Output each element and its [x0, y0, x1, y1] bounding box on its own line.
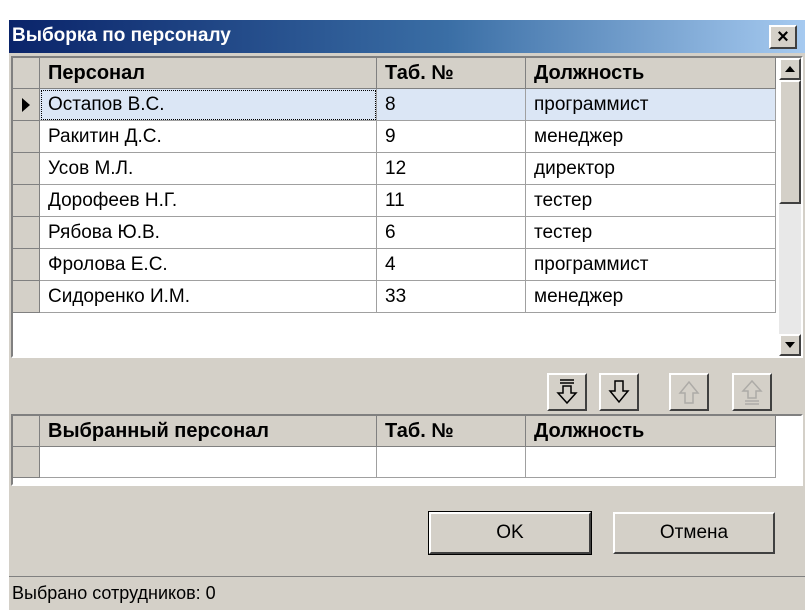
move-up-button[interactable] [669, 373, 709, 411]
position-cell[interactable]: тестер [526, 185, 776, 217]
move-down-button[interactable] [599, 373, 639, 411]
double-arrow-up-icon [741, 379, 763, 405]
tab-number-cell[interactable]: 9 [377, 121, 526, 153]
row-indicator[interactable] [13, 281, 40, 313]
empty-cell[interactable] [377, 447, 526, 478]
personnel-name-cell[interactable]: Фролова Е.С. [40, 249, 377, 281]
personnel-name-cell[interactable]: Остапов В.С. [40, 89, 377, 121]
tab-number-cell[interactable]: 4 [377, 249, 526, 281]
personnel-grid[interactable]: Персонал Таб. № Должность Остапов В.С. 8 п… [11, 56, 803, 358]
table-row[interactable]: Усов М.Л. 12 директор [13, 153, 776, 185]
table-row[interactable]: Ракитин Д.С. 9 менеджер [13, 121, 776, 153]
personnel-name-cell[interactable]: Дорофеев Н.Г. [40, 185, 377, 217]
header-indicator-cell [13, 416, 40, 447]
arrow-up-icon [678, 380, 700, 404]
close-icon: × [777, 26, 789, 48]
ok-button[interactable]: OK [428, 511, 592, 555]
row-indicator [13, 447, 40, 478]
personnel-name-cell[interactable]: Усов М.Л. [40, 153, 377, 185]
row-indicator[interactable] [13, 249, 40, 281]
scroll-down-button[interactable] [779, 334, 801, 356]
scroll-up-icon [785, 66, 795, 72]
selected-grid-header: Выбранный персонал Таб. № Должность [13, 416, 776, 447]
position-cell[interactable]: менеджер [526, 281, 776, 313]
empty-cell[interactable] [40, 447, 377, 478]
move-all-down-button[interactable] [547, 373, 587, 411]
tab-number-cell[interactable]: 12 [377, 153, 526, 185]
close-button[interactable]: × [769, 25, 797, 49]
empty-row[interactable] [13, 447, 776, 478]
personnel-scrollbar[interactable] [779, 58, 801, 356]
position-cell[interactable]: менеджер [526, 121, 776, 153]
row-indicator[interactable] [13, 89, 40, 121]
dialog-window: Выборка по персоналу × Персонал Таб. № Д… [9, 20, 805, 610]
column-header-position[interactable]: Должность [526, 416, 776, 447]
row-indicator[interactable] [13, 217, 40, 249]
move-all-up-button[interactable] [732, 373, 772, 411]
position-cell[interactable]: тестер [526, 217, 776, 249]
column-header-personnel[interactable]: Персонал [40, 58, 377, 89]
selected-personnel-grid[interactable]: Выбранный персонал Таб. № Должность [11, 414, 803, 486]
header-indicator-cell [13, 58, 40, 89]
table-row[interactable]: Остапов В.С. 8 программист [13, 89, 776, 121]
table-row[interactable]: Рябова Ю.В. 6 тестер [13, 217, 776, 249]
ok-button-label: OK [496, 522, 524, 543]
column-header-selected-personnel[interactable]: Выбранный персонал [40, 416, 377, 447]
row-indicator[interactable] [13, 153, 40, 185]
background-strip [0, 0, 805, 20]
personnel-grid-header: Персонал Таб. № Должность [13, 58, 776, 89]
cancel-button-label: Отмена [659, 522, 729, 543]
scroll-thumb[interactable] [779, 80, 801, 204]
scroll-down-icon [785, 342, 795, 348]
status-bar: Выбрано сотрудников: 0 [9, 576, 805, 610]
arrow-down-icon [608, 380, 630, 404]
title-bar[interactable]: Выборка по персоналу × [9, 20, 805, 53]
tab-number-cell[interactable]: 8 [377, 89, 526, 121]
table-row[interactable]: Дорофеев Н.Г. 11 тестер [13, 185, 776, 217]
column-header-tab-number[interactable]: Таб. № [377, 416, 526, 447]
cancel-button[interactable]: Отмена [613, 512, 775, 554]
personnel-name-cell[interactable]: Сидоренко И.М. [40, 281, 377, 313]
empty-cell[interactable] [526, 447, 776, 478]
column-header-position[interactable]: Должность [526, 58, 776, 89]
column-header-tab-number[interactable]: Таб. № [377, 58, 526, 89]
double-arrow-down-icon [556, 379, 578, 405]
tab-number-cell[interactable]: 6 [377, 217, 526, 249]
current-row-arrow-icon [22, 97, 30, 112]
position-cell[interactable]: программист [526, 249, 776, 281]
table-row[interactable]: Фролова Е.С. 4 программист [13, 249, 776, 281]
selected-count-status: Выбрано сотрудников: 0 [12, 583, 216, 603]
row-indicator[interactable] [13, 121, 40, 153]
personnel-name-cell[interactable]: Ракитин Д.С. [40, 121, 377, 153]
personnel-name-cell[interactable]: Рябова Ю.В. [40, 217, 377, 249]
tab-number-cell[interactable]: 33 [377, 281, 526, 313]
table-row[interactable]: Сидоренко И.М. 33 менеджер [13, 281, 776, 313]
position-cell[interactable]: программист [526, 89, 776, 121]
tab-number-cell[interactable]: 11 [377, 185, 526, 217]
row-indicator[interactable] [13, 185, 40, 217]
scroll-up-button[interactable] [779, 58, 801, 80]
window-title: Выборка по персоналу [12, 25, 231, 46]
position-cell[interactable]: директор [526, 153, 776, 185]
